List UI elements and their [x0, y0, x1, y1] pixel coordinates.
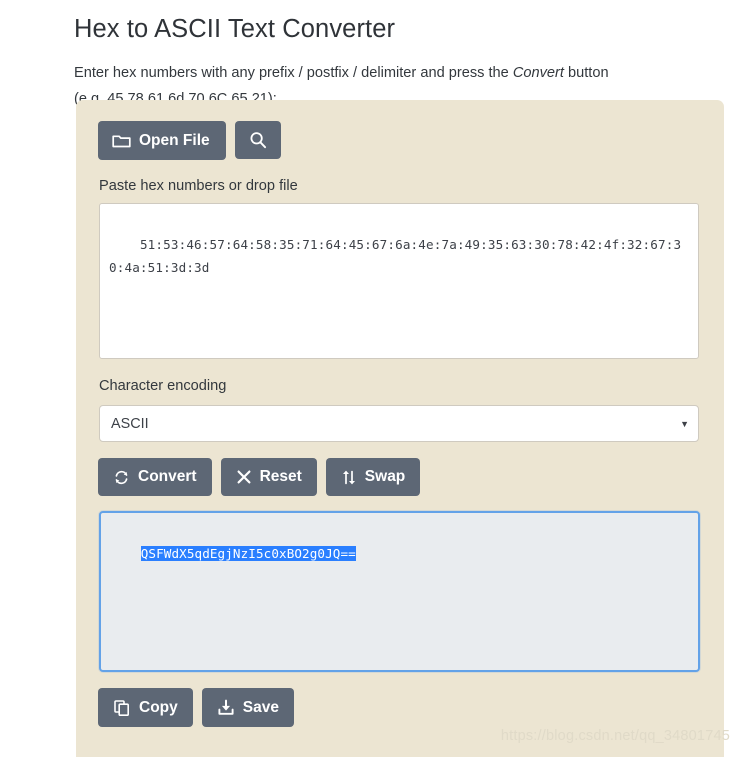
hex-input-textarea[interactable]: 51:53:46:57:64:58:35:71:64:45:67:6a:4e:7…	[99, 203, 699, 359]
page-title: Hex to ASCII Text Converter	[74, 15, 396, 44]
search-icon	[249, 131, 267, 149]
save-label: Save	[242, 698, 279, 716]
open-file-label: Open File	[139, 131, 210, 149]
copy-button[interactable]: Copy	[98, 688, 193, 727]
reset-label: Reset	[259, 468, 302, 486]
convert-button[interactable]: Convert	[98, 458, 212, 496]
input-field-label: Paste hex numbers or drop file	[99, 178, 298, 194]
refresh-icon	[113, 469, 130, 486]
save-button[interactable]: Save	[201, 688, 294, 727]
encoding-selected-value: ASCII	[111, 415, 149, 432]
result-output-value: QSFWdX5qdEgjNzI5c0xBO2g0JQ==	[140, 546, 356, 561]
encoding-select[interactable]: ASCII	[99, 405, 699, 442]
action-button-row: Convert Reset Swap	[98, 458, 421, 496]
convert-label: Convert	[138, 468, 197, 486]
search-button[interactable]	[234, 121, 281, 159]
output-resize-handle[interactable]	[684, 656, 696, 668]
instructions-part-1: Enter hex numbers with any prefix / post…	[74, 64, 513, 81]
encoding-field-label: Character encoding	[99, 378, 227, 394]
copy-label: Copy	[139, 698, 178, 716]
instructions-part-2: button	[563, 64, 609, 81]
copy-icon	[113, 699, 131, 717]
converter-page: Hex to ASCII Text Converter Enter hex nu…	[0, 0, 730, 757]
file-toolbar: Open File	[98, 121, 281, 160]
download-icon	[217, 699, 235, 716]
swap-label: Swap	[364, 468, 406, 486]
output-button-row: Copy Save	[98, 688, 294, 727]
instructions-emphasis: Convert	[512, 64, 564, 81]
swap-button[interactable]: Swap	[325, 458, 421, 496]
input-resize-handle[interactable]	[684, 344, 696, 356]
hex-input-value: 51:53:46:57:64:58:35:71:64:45:67:6a:4e:7…	[109, 237, 682, 275]
open-file-button[interactable]: Open File	[98, 121, 226, 160]
folder-icon	[112, 133, 131, 148]
reset-button[interactable]: Reset	[220, 458, 317, 496]
watermark-text: https://blog.csdn.net/qq_34801745	[500, 728, 730, 744]
swap-arrows-icon	[341, 469, 357, 486]
encoding-select-wrapper[interactable]: ASCII ▼	[99, 405, 699, 442]
close-x-icon	[236, 469, 252, 485]
result-output-textarea[interactable]: QSFWdX5qdEgjNzI5c0xBO2g0JQ==	[99, 511, 700, 672]
